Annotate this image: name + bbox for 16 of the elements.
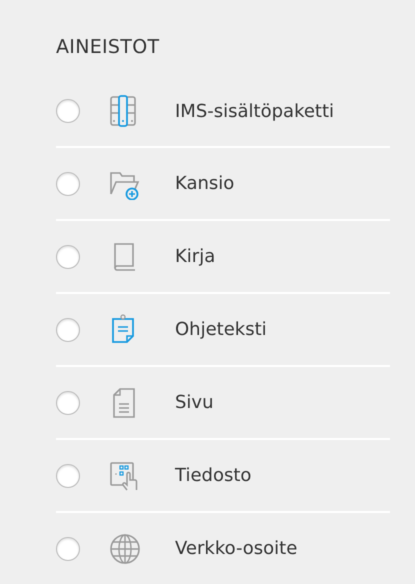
- radio-button[interactable]: [56, 318, 80, 342]
- option-label: Tiedosto: [175, 465, 252, 486]
- section-heading: AINEISTOT: [56, 36, 160, 58]
- radio-button[interactable]: [56, 244, 80, 268]
- option-label: Kansio: [175, 173, 234, 194]
- option-label: Verkko-osoite: [175, 538, 298, 559]
- globe-icon: [109, 532, 141, 564]
- option-label: Sivu: [175, 392, 214, 413]
- radio-button[interactable]: [56, 172, 80, 196]
- radio-button[interactable]: [56, 99, 80, 123]
- radio-button[interactable]: [56, 390, 80, 414]
- option-label: Kirja: [175, 246, 216, 267]
- option-label: Ohjeteksti: [175, 319, 267, 340]
- radio-button[interactable]: [56, 464, 80, 488]
- option-label: IMS-sisältöpaketti: [175, 100, 334, 122]
- radio-button[interactable]: [56, 536, 80, 560]
